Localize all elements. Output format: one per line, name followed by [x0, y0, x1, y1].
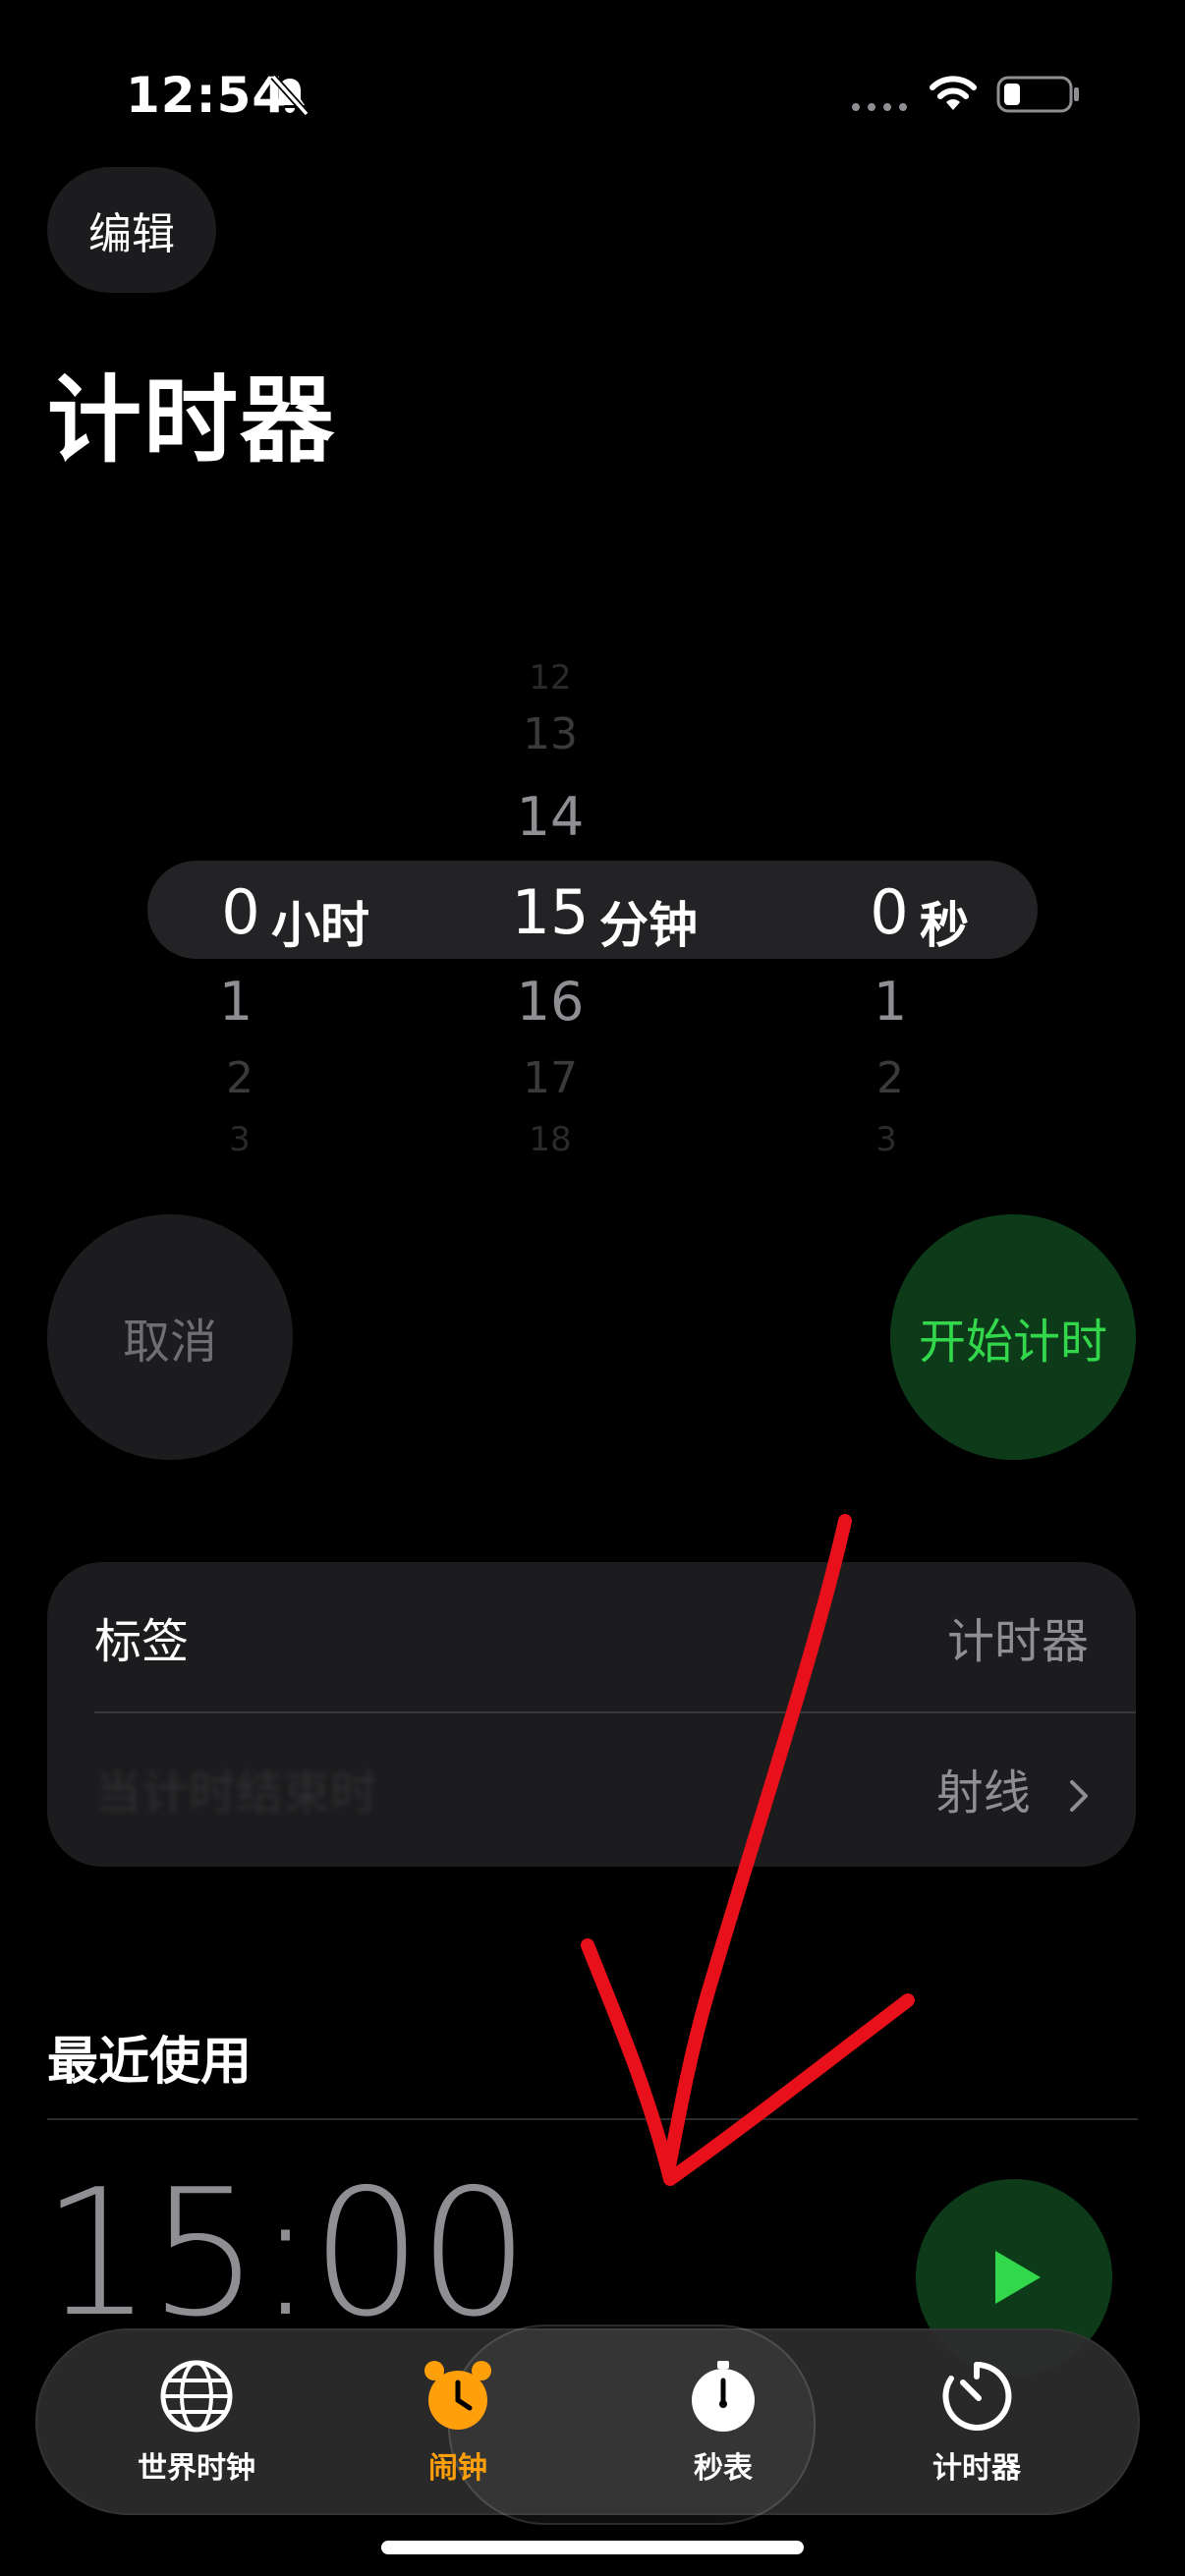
label-row-value: 计时器: [946, 1614, 1089, 1669]
globe-icon: [160, 2360, 233, 2433]
page-title: 计时器: [47, 365, 336, 476]
minutes-selected: 15: [511, 876, 590, 948]
cancel-button[interactable]: 取消: [47, 1214, 293, 1460]
label-row[interactable]: 标签 计时器: [47, 1562, 1136, 1711]
wifi-icon: [930, 76, 977, 110]
minutes-above-3: 14: [516, 786, 585, 848]
cellular-signal-icon: [852, 103, 907, 111]
minutes-wheel[interactable]: 12 13 14 15 分钟 16 17 18: [491, 629, 747, 1179]
battery-icon: [996, 76, 1079, 113]
tab-stopwatch-label: 秒表: [694, 2451, 753, 2486]
minutes-above-2: 13: [523, 709, 578, 759]
hours-below-3: 3: [229, 1120, 251, 1159]
hours-wheel[interactable]: 0 小时 1 2 3: [187, 629, 423, 1179]
status-bar: 12:54: [0, 59, 1185, 138]
recent-timer-time[interactable]: 15:00: [41, 2152, 530, 2355]
sound-row-value: 射线: [935, 1765, 1031, 1820]
label-row-title: 标签: [94, 1614, 190, 1669]
edit-button[interactable]: 编辑: [47, 167, 216, 293]
minutes-above-1: 12: [529, 658, 572, 698]
sound-row-title: 当计时结束时: [94, 1765, 378, 1820]
status-time: 12:54: [126, 67, 288, 124]
hours-below-2: 2: [226, 1053, 254, 1103]
sound-row[interactable]: 当计时结束时 射线: [47, 1713, 1136, 1863]
stopwatch-icon: [692, 2361, 755, 2432]
seconds-wheel[interactable]: 0 秒 1 2 3: [835, 629, 1032, 1179]
timer-settings-card: 标签 计时器 当计时结束时 射线: [47, 1562, 1136, 1867]
minutes-below-1: 16: [516, 971, 585, 1033]
hours-unit: 小时: [271, 897, 369, 954]
chevron-right-icon: [1070, 1780, 1088, 1812]
home-indicator: [381, 2541, 804, 2554]
minutes-unit: 分钟: [599, 897, 698, 954]
seconds-below-3: 3: [875, 1120, 897, 1159]
bell-slash-icon: [270, 74, 310, 117]
alarm-icon: [424, 2361, 491, 2430]
seconds-below-1: 1: [873, 971, 908, 1033]
start-button[interactable]: 开始计时: [890, 1214, 1136, 1460]
tab-world-clock-label: 世界时钟: [138, 2451, 255, 2486]
duration-picker[interactable]: 0 小时 1 2 3 12 13 14 15 分钟 16 17 18 0 秒 1…: [0, 629, 1185, 1179]
minutes-below-2: 17: [523, 1053, 578, 1103]
tab-bar: 世界时钟 闹钟 秒表 计时器: [35, 2324, 1140, 2525]
play-icon: [995, 2251, 1041, 2304]
tab-timer[interactable]: 计时器: [878, 2328, 1075, 2515]
tab-world-clock[interactable]: 世界时钟: [98, 2328, 295, 2515]
hours-below-1: 1: [218, 971, 254, 1033]
minutes-below-3: 18: [529, 1120, 572, 1159]
tab-alarm[interactable]: 闹钟: [360, 2328, 556, 2515]
recent-divider: [47, 2118, 1138, 2120]
cancel-button-label: 取消: [122, 1315, 217, 1370]
sound-row-value-wrap: 射线: [936, 1754, 1089, 1822]
edit-button-label: 编辑: [88, 209, 175, 259]
tab-stopwatch[interactable]: 秒表: [625, 2328, 821, 2515]
seconds-below-2: 2: [876, 1053, 904, 1103]
seconds-unit: 秒: [920, 897, 969, 954]
start-button-label: 开始计时: [918, 1315, 1107, 1370]
tab-alarm-label: 闹钟: [428, 2451, 487, 2486]
timer-icon: [942, 2361, 1012, 2431]
tab-timer-label: 计时器: [932, 2451, 1021, 2486]
recent-section-title: 最近使用: [47, 2033, 253, 2092]
